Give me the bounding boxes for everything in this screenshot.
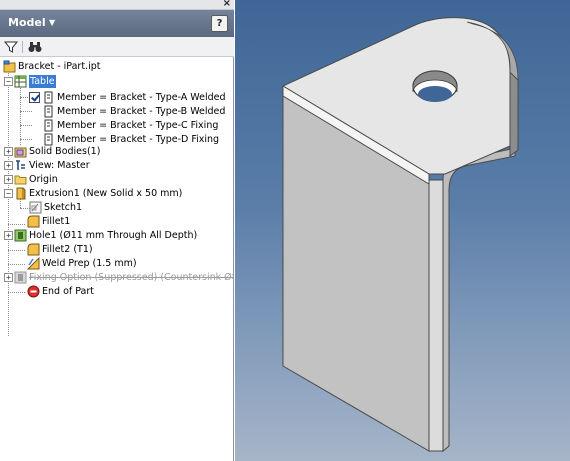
folder-icon [14,175,27,184]
tree-item-hole[interactable]: Hole1 (Ø11 mm Through All Depth) [14,228,197,242]
solid-bodies-icon [14,147,27,157]
tree-item-fixing-option[interactable]: Fixing Option (Suppressed) (Countersink … [14,270,234,284]
tree-item-label: Fillet2 (T1) [42,243,93,255]
tree-item-label: Fillet1 [42,215,71,227]
tree-item-table[interactable]: Table [14,74,56,88]
expand-button[interactable]: + [4,147,13,156]
hole-icon [14,229,27,241]
tree-item-label: Bracket - iPart.ipt [18,60,101,72]
toolbar-separator [22,41,23,53]
collapse-button[interactable]: − [4,189,13,198]
tree-connector [20,83,21,145]
bracket-3d-model [281,17,519,453]
tree-item-label: Solid Bodies(1) [29,145,101,157]
member-icon [44,119,53,131]
tree-item-label: Member = Bracket - Type-B Welded [57,105,226,117]
browser-title[interactable]: Model [8,16,46,29]
tree-item-view[interactable]: View: Master [14,158,90,172]
tree-item-extrusion[interactable]: Extrusion1 (New Solid x 50 mm) [14,186,182,200]
graphics-viewport[interactable] [235,0,570,461]
tree-connector [20,125,32,126]
chevron-down-icon[interactable]: ▼ [49,18,55,27]
close-icon[interactable]: × [223,0,231,9]
tree-connector [8,292,25,293]
expand-button[interactable]: + [4,231,13,240]
tree-item-label: Origin [29,173,58,185]
tree-item-end-of-part[interactable]: End of Part [27,284,94,298]
tree-item-sketch[interactable]: Sketch1 [29,200,82,214]
tree-item-fillet2[interactable]: Fillet2 (T1) [27,242,93,256]
fillet-icon [27,215,40,227]
member-icon [44,91,53,103]
tree-item-weld-prep[interactable]: Weld Prep (1.5 mm) [27,256,137,270]
part-icon [3,60,16,72]
tree-item-root[interactable]: Bracket - iPart.ipt [3,59,100,73]
model-tree: Bracket - iPart.ipt − Table Member = Bra… [0,57,234,461]
tree-item-member[interactable]: Member = Bracket - Type-A Welded [29,90,226,104]
tree-item-solid-bodies[interactable]: Solid Bodies(1) [14,144,100,158]
fillet-icon [27,243,40,255]
tree-connector [8,264,25,265]
extrusion-icon [16,187,26,199]
end-of-part-icon [27,285,40,297]
sketch-icon [29,201,42,213]
help-icon[interactable]: ? [211,15,228,32]
tree-connector [20,111,32,112]
tree-connector [20,139,32,140]
tree-item-label: Fixing Option (Suppressed) (Countersink … [29,271,234,283]
tree-item-member[interactable]: Member = Bracket - Type-C Fixing [42,118,218,132]
tree-connector [8,224,25,225]
tree-item-label: Member = Bracket - Type-A Welded [57,91,226,103]
tree-item-member[interactable]: Member = Bracket - Type-B Welded [42,104,225,118]
tree-item-label: End of Part [42,285,95,297]
model-browser-header: Model ▼ ? [0,10,234,37]
view-icon [16,159,25,170]
hole-icon [14,271,27,283]
expand-button[interactable]: + [4,161,13,170]
tree-item-label: Member = Bracket - Type-C Fixing [57,119,219,131]
tree-item-origin[interactable]: Origin [14,172,58,186]
tree-item-label: Extrusion1 (New Solid x 50 mm) [29,187,183,199]
tree-item-label: Sketch1 [44,201,83,213]
binoculars-icon[interactable] [27,39,43,55]
expand-button[interactable]: + [4,273,13,282]
member-icon [44,105,53,117]
filter-icon[interactable] [3,39,19,55]
collapse-button[interactable]: − [4,77,13,86]
weld-icon [27,256,40,269]
browser-toolbar [0,37,234,57]
panel-grip-bar[interactable]: × [0,0,234,10]
tree-connector [8,69,9,336]
model-browser-panel: × Model ▼ ? Bracket - iPart.ipt − Table … [0,0,234,461]
tree-item-label: Table [29,74,56,88]
expand-button[interactable]: + [4,175,13,184]
tree-item-label: Weld Prep (1.5 mm) [42,257,137,269]
tree-item-label: View: Master [29,159,90,171]
active-member-checkbox[interactable] [29,91,40,103]
table-icon [14,75,27,87]
tree-item-label: Hole1 (Ø11 mm Through All Depth) [29,229,198,241]
tree-item-fillet1[interactable]: Fillet1 [27,214,70,228]
tree-connector [8,250,25,251]
